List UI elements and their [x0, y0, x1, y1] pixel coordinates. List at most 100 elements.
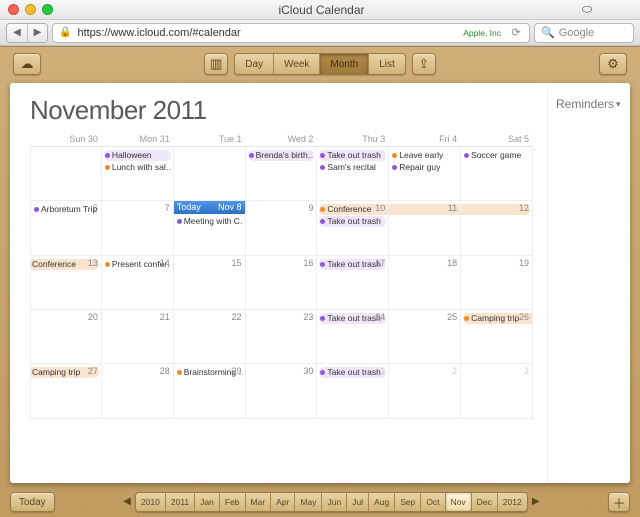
event-title: Camping trip	[32, 367, 80, 378]
event-pill[interactable]: Meeting with C…	[176, 216, 243, 227]
view-week-button[interactable]: Week	[273, 54, 319, 74]
day-cell[interactable]	[174, 147, 246, 201]
view-day-button[interactable]: Day	[235, 54, 273, 74]
day-cell[interactable]: 16	[246, 256, 318, 310]
calendar-area: November 2011 Sun 30Mon 31Tue 1Wed 2Thu …	[10, 83, 548, 483]
event-pill[interactable]: Halloween	[104, 150, 171, 161]
day-cell[interactable]	[30, 147, 102, 201]
day-cell[interactable]: 22	[174, 310, 246, 364]
day-cell[interactable]: TodayNov 8Meeting with C…	[174, 201, 246, 255]
timeline-feb-button[interactable]: Feb	[219, 493, 245, 511]
event-pill[interactable]: Take out trash	[319, 367, 386, 378]
weekday-header-cell: Wed 2	[246, 132, 318, 147]
timeline-next-button[interactable]: ▶	[528, 492, 544, 510]
event-pill[interactable]: Arboretum Trip	[33, 204, 99, 215]
event-pill[interactable]: Take out trash	[319, 150, 386, 161]
event-pill[interactable]: Lunch with sal…	[104, 162, 171, 173]
day-cell[interactable]: 27Camping trip	[30, 364, 102, 418]
day-cell[interactable]: 14Present confer…	[102, 256, 174, 310]
day-cell[interactable]: Take out trashSam's recital	[317, 147, 389, 201]
event-color-dot	[464, 316, 469, 321]
day-cell[interactable]: 23	[246, 310, 318, 364]
timeline-jul-button[interactable]: Jul	[346, 493, 368, 511]
zoom-window-button[interactable]	[42, 4, 53, 15]
timeline-2011-button[interactable]: 2011	[165, 493, 194, 511]
minimize-window-button[interactable]	[25, 4, 36, 15]
event-pill[interactable]: Repair guy	[391, 162, 458, 173]
timeline-mar-button[interactable]: Mar	[245, 493, 271, 511]
timeline-prev-button[interactable]: ◀	[119, 492, 135, 510]
day-cell[interactable]: 18	[389, 256, 461, 310]
day-cell[interactable]: 28	[102, 364, 174, 418]
event-pill[interactable]: Brenda's birth…	[248, 150, 315, 161]
event-color-dot	[249, 153, 254, 158]
calendars-toggle-button[interactable]: ▥	[204, 53, 228, 75]
address-bar[interactable]: 🔒 https://www.icloud.com/#calendar Apple…	[52, 23, 530, 43]
day-cell[interactable]: 2	[389, 364, 461, 418]
search-field[interactable]: 🔍 Google	[534, 23, 634, 43]
day-cell[interactable]: 3	[461, 364, 533, 418]
day-number: 17	[375, 258, 385, 268]
day-cell[interactable]: 29Brainstorming …	[174, 364, 246, 418]
day-cell[interactable]: 7	[102, 201, 174, 255]
day-cell[interactable]: 6Arboretum Trip	[30, 201, 102, 255]
day-cell[interactable]: 10ConferenceTake out trash	[317, 201, 389, 255]
day-cell[interactable]: 17Take out trash	[317, 256, 389, 310]
settings-button[interactable]: ⚙	[599, 53, 627, 75]
timeline-2010-button[interactable]: 2010	[136, 493, 165, 511]
timeline-jan-button[interactable]: Jan	[194, 493, 219, 511]
day-number: 12	[519, 203, 529, 213]
day-cell[interactable]: 11	[389, 201, 461, 255]
day-cell[interactable]: 26Camping trip	[461, 310, 533, 364]
reload-icon[interactable]: ⟳	[509, 26, 523, 39]
day-cell[interactable]: 12	[461, 201, 533, 255]
day-cell[interactable]: Brenda's birth…	[246, 147, 318, 201]
bottom-bar: Today ◀ 20102011JanFebMarAprMayJunJulAug…	[0, 487, 640, 517]
close-window-button[interactable]	[8, 4, 19, 15]
today-button[interactable]: Today	[10, 492, 55, 512]
day-cell[interactable]: HalloweenLunch with sal…	[102, 147, 174, 201]
share-button[interactable]: ⇪	[412, 53, 436, 75]
day-cell[interactable]: 24Take out trash	[317, 310, 389, 364]
event-pill[interactable]: Take out trash	[319, 216, 386, 227]
event-pill[interactable]: Leave early	[391, 150, 458, 161]
timeline-dec-button[interactable]: Dec	[471, 493, 497, 511]
timeline-sep-button[interactable]: Sep	[394, 493, 420, 511]
timeline-oct-button[interactable]: Oct	[420, 493, 444, 511]
timeline-aug-button[interactable]: Aug	[368, 493, 394, 511]
view-list-button[interactable]: List	[368, 54, 405, 74]
day-cell[interactable]: 20	[30, 310, 102, 364]
day-cell[interactable]: 1Take out trash	[317, 364, 389, 418]
forward-button[interactable]: ▶	[27, 24, 47, 42]
icloud-home-button[interactable]: ☁︎	[13, 53, 41, 75]
day-cell[interactable]: 19	[461, 256, 533, 310]
app-chrome: ☁︎ ▥ DayWeekMonthList ⇪ ⚙ November 2011 …	[0, 46, 640, 517]
timeline-may-button[interactable]: May	[294, 493, 321, 511]
ev-cert-label: Apple, Inc	[462, 28, 503, 39]
reminders-toggle[interactable]: Reminders ▾	[556, 97, 622, 111]
day-cell[interactable]: 9	[246, 201, 318, 255]
day-cell[interactable]: Leave earlyRepair guy	[389, 147, 461, 201]
day-cell[interactable]: 15	[174, 256, 246, 310]
event-color-dot	[392, 165, 397, 170]
day-cell[interactable]: 21	[102, 310, 174, 364]
event-pill[interactable]: Sam's recital	[319, 162, 386, 173]
add-event-button[interactable]: ＋	[608, 492, 630, 512]
event-pill[interactable]: Soccer game	[463, 150, 530, 161]
day-number: 13	[88, 258, 98, 268]
timeline-nov-button[interactable]: Nov	[445, 493, 471, 511]
window-titlebar: iCloud Calendar ⬭	[0, 0, 640, 20]
day-cell[interactable]: 30	[246, 364, 318, 418]
timeline-apr-button[interactable]: Apr	[270, 493, 294, 511]
back-button[interactable]: ◀	[7, 24, 27, 42]
timeline-jun-button[interactable]: Jun	[321, 493, 346, 511]
toolbar-pill-icon[interactable]: ⬭	[582, 2, 632, 17]
day-cell[interactable]: 25	[389, 310, 461, 364]
day-cell[interactable]: Soccer game	[461, 147, 533, 201]
view-month-button[interactable]: Month	[319, 54, 368, 74]
timeline-2012-button[interactable]: 2012	[497, 493, 527, 511]
day-cell[interactable]: 13Conference	[30, 256, 102, 310]
reminders-label: Reminders	[556, 97, 614, 111]
event-color-dot	[464, 153, 469, 158]
weekday-header-cell: Sun 30	[30, 132, 102, 147]
